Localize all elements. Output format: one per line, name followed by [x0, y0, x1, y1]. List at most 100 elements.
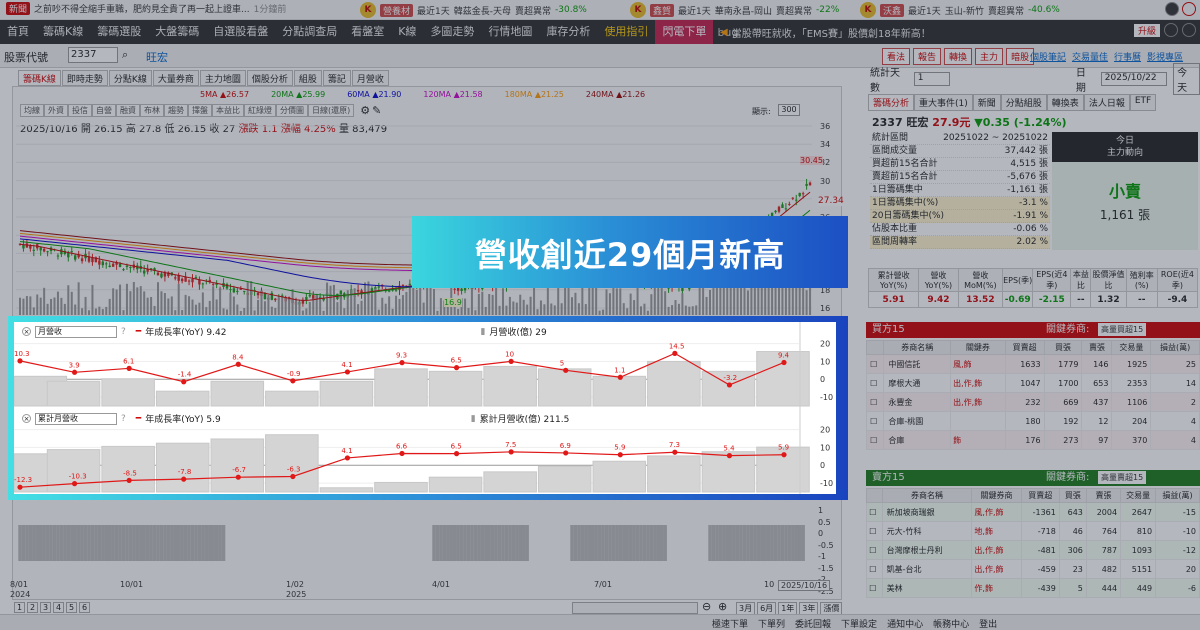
- row-checkbox[interactable]: ☐: [866, 521, 883, 541]
- tab-realtime[interactable]: 即時走勢: [61, 70, 108, 86]
- tab-group[interactable]: 組股: [293, 70, 322, 86]
- row-checkbox[interactable]: ☐: [865, 411, 885, 431]
- ticker-item[interactable]: K 營養材 最近1天 韓茲金長-天母 賣超異常 -30.8%: [360, 2, 587, 18]
- page-3[interactable]: 3: [40, 602, 51, 613]
- nav-chip-kline[interactable]: 籌碼K線: [36, 20, 90, 44]
- row-checkbox[interactable]: ☐: [865, 392, 885, 412]
- nav-market-map[interactable]: 行情地圖: [481, 20, 539, 44]
- order-bar-button[interactable]: 下單列: [758, 617, 785, 630]
- nav-multi-chart[interactable]: 多圖走勢: [423, 20, 481, 44]
- tab-inst-daily[interactable]: 法人日報: [1083, 94, 1130, 111]
- page-5[interactable]: 5: [66, 602, 77, 613]
- volume-bar: [367, 281, 370, 315]
- page-2[interactable]: 2: [27, 602, 38, 613]
- tab-convert[interactable]: 轉換表: [1046, 94, 1084, 111]
- search-icon[interactable]: ⌕: [122, 48, 128, 62]
- mainforce-button[interactable]: 主力: [975, 48, 1004, 65]
- broker-row[interactable]: ☐ 元大-竹科 地,飾 -718 46 764 810 -10: [866, 521, 1200, 541]
- link-video[interactable]: 影視專區: [1147, 50, 1183, 63]
- row-checkbox[interactable]: ☐: [866, 578, 883, 598]
- upgrade-button[interactable]: 升級: [1133, 23, 1160, 37]
- link-volume[interactable]: 交易量佳: [1072, 50, 1108, 63]
- broker-row[interactable]: ☐ 新加坡商瑞銀 風,作,飾 -1361 643 2004 2647 -15: [866, 502, 1200, 522]
- convert-button[interactable]: 轉換: [944, 48, 973, 65]
- page-4[interactable]: 4: [53, 602, 64, 613]
- tab-major-event[interactable]: 重大事件(1): [914, 94, 973, 111]
- volume-bar: [498, 305, 501, 315]
- tab-branch-kline[interactable]: 分點K線: [108, 70, 152, 86]
- broker-row[interactable]: ☐ 凱基-台北 出,作,飾 -459 23 482 5151 20: [866, 559, 1200, 579]
- row-checkbox[interactable]: ☐: [865, 373, 885, 393]
- tab-etf[interactable]: ETF: [1129, 94, 1157, 111]
- notification-center-button[interactable]: 通知中心: [887, 617, 923, 630]
- row-checkbox[interactable]: ☐: [865, 430, 885, 450]
- volume-bar: [184, 294, 187, 315]
- page-6[interactable]: 6: [79, 602, 90, 613]
- buy-filter-select[interactable]: 高量買超15: [1098, 323, 1147, 336]
- nav-watchlist[interactable]: 自選股看盤: [206, 20, 275, 44]
- order-report-button[interactable]: 委託回報: [795, 617, 831, 630]
- tab-branch-group[interactable]: 分點組股: [1000, 94, 1047, 111]
- page-1[interactable]: 1: [14, 602, 25, 613]
- row-checkbox[interactable]: ☐: [866, 502, 883, 522]
- avatar[interactable]: [1165, 2, 1179, 16]
- stock-name[interactable]: 旺宏: [146, 49, 168, 65]
- nav-market-chip[interactable]: 大盤籌碼: [148, 20, 206, 44]
- tab-chip-kline[interactable]: 籌碼K線: [18, 70, 61, 86]
- volume-bar: [243, 308, 246, 315]
- date-input[interactable]: 2025/10/22: [1100, 72, 1168, 86]
- nav-branch-survey[interactable]: 分點調查局: [275, 20, 344, 44]
- fast-order-button[interactable]: 極速下單: [712, 617, 748, 630]
- ticker-news[interactable]: 新聞 之前吵不得全縮手重職，肥約見全貴了再一起上證車... 1分鐘前: [6, 2, 286, 15]
- link-notes[interactable]: 個股筆記: [1030, 50, 1066, 63]
- tab-chip-analysis[interactable]: 籌碼分析: [868, 94, 915, 111]
- report-button[interactable]: 報告: [913, 48, 942, 65]
- help-icon[interactable]: [1182, 23, 1196, 37]
- gear-icon[interactable]: [1164, 23, 1178, 37]
- broker-row[interactable]: ☐ 台灣摩根士丹利 出,作,飾 -481 306 787 1093 -12: [866, 540, 1200, 560]
- broker-row[interactable]: ☐ 合庫-桃園 180 192 12 204 4: [865, 411, 1200, 431]
- tab-monthly-revenue[interactable]: 月營收: [351, 70, 389, 86]
- indicator-bar: [190, 525, 195, 561]
- broker-row[interactable]: ☐ 中國信託 風,飾 1633 1779 146 1925 25: [865, 354, 1200, 374]
- nav-watch-room[interactable]: 看盤室: [344, 20, 391, 44]
- ticker-item[interactable]: K 沃鑫 最近1天 玉山-新竹 賣超異常 -40.6%: [860, 2, 1060, 18]
- broker-row[interactable]: ☐ 美林 作,飾 -439 5 444 449 -6: [866, 578, 1200, 598]
- today-button[interactable]: 今天: [1173, 63, 1200, 95]
- broker-row[interactable]: ☐ 合庫飾 176 273 97 370 4: [865, 430, 1200, 450]
- ticker-item[interactable]: K 鑫賀 最近1天 華南永昌-岡山 賣超異常 -22%: [630, 2, 839, 18]
- nav-kline[interactable]: K線: [391, 20, 423, 44]
- broker-row[interactable]: ☐ 永豐金 出,作,飾 232 669 437 1106 2: [865, 392, 1200, 412]
- tab-big-broker[interactable]: 大量券商: [152, 70, 199, 86]
- view-button[interactable]: 看法: [882, 48, 911, 65]
- logout-button[interactable]: 登出: [979, 617, 997, 630]
- tab-notes[interactable]: 籌記: [322, 70, 351, 86]
- tab-stock-analysis[interactable]: 個股分析: [246, 70, 293, 86]
- indicator-bar: [632, 525, 636, 561]
- broker-row[interactable]: ☐ 摩根大通 出,作,飾 1047 1700 653 2353 14: [865, 373, 1200, 393]
- sell-filter-select[interactable]: 高量賣超15: [1098, 471, 1147, 484]
- row-checkbox[interactable]: ☐: [865, 354, 885, 374]
- zoom-in-icon[interactable]: ⊕: [718, 600, 727, 613]
- stat-days-select[interactable]: 1: [913, 72, 950, 86]
- stock-code-input[interactable]: 2337: [68, 47, 118, 63]
- nav-home[interactable]: 首頁: [0, 20, 36, 44]
- volume-bar: [491, 294, 494, 315]
- nav-inventory[interactable]: 庫存分析: [539, 20, 597, 44]
- announcement[interactable]: ◀ 當股帶旺就收，「EMS賽」股價創18年新高！: [720, 24, 1020, 40]
- ticker-tag: 新聞: [6, 2, 31, 15]
- tab-news[interactable]: 新聞: [972, 94, 1001, 111]
- link-calendar[interactable]: 行事曆: [1114, 50, 1141, 63]
- nav-guide[interactable]: 使用指引: [597, 20, 655, 44]
- chart-scrollbar[interactable]: [572, 602, 698, 614]
- order-settings-button[interactable]: 下單設定: [841, 617, 877, 630]
- row-checkbox[interactable]: ☐: [866, 540, 883, 560]
- tab-mainforce-map[interactable]: 主力地圖: [199, 70, 246, 86]
- zoom-out-icon[interactable]: ⊖: [702, 600, 711, 613]
- notification-icon[interactable]: [1182, 2, 1196, 16]
- nav-chip-screener[interactable]: 籌碼選股: [90, 20, 148, 44]
- flash-order-button[interactable]: 閃電下單: [655, 20, 714, 44]
- account-center-button[interactable]: 帳務中心: [933, 617, 969, 630]
- row-checkbox[interactable]: ☐: [866, 559, 883, 579]
- ticker-text: 之前吵不得全縮手重職，肥約見全貴了再一起上證車...: [34, 5, 250, 15]
